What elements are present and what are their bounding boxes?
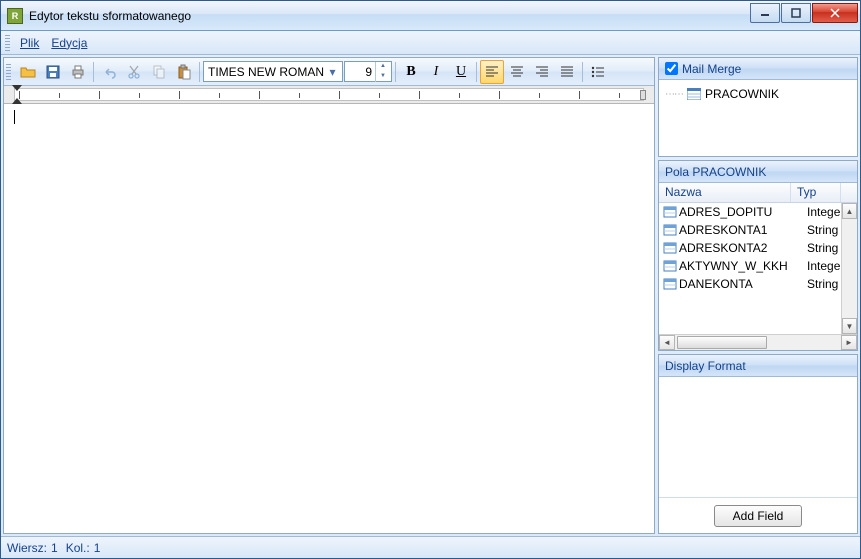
fields-vscrollbar[interactable]: ▲ ▼	[841, 203, 857, 334]
menu-edit[interactable]: Edycja	[45, 34, 93, 52]
table-icon	[687, 88, 701, 100]
font-size-input[interactable]	[345, 65, 375, 79]
cut-button[interactable]	[122, 60, 146, 84]
align-right-button[interactable]	[530, 60, 554, 84]
menubar: Plik Edycja	[1, 31, 860, 55]
chevron-down-icon[interactable]: ▾	[325, 65, 340, 79]
font-size-down[interactable]: ▼	[375, 72, 390, 82]
titlebar: R Edytor tekstu sformatowanego	[1, 1, 860, 31]
field-row[interactable]: DANEKONTAString	[659, 275, 857, 293]
mail-merge-header: Mail Merge	[659, 58, 857, 80]
field-row[interactable]: ADRESKONTA1String	[659, 221, 857, 239]
tree-node-label: PRACOWNIK	[705, 87, 779, 101]
scroll-down-icon[interactable]: ▼	[842, 318, 857, 334]
field-row[interactable]: AKTYWNY_W_KKHInteger	[659, 257, 857, 275]
field-row[interactable]: ADRES_DOPITUInteger	[659, 203, 857, 221]
italic-button[interactable]: I	[424, 60, 448, 84]
col-header-name[interactable]: Nazwa	[659, 183, 791, 202]
font-family-value: TIMES NEW ROMAN	[208, 65, 325, 79]
text-caret	[14, 110, 15, 124]
font-size-select[interactable]: ▲ ▼	[344, 61, 392, 82]
field-name: ADRESKONTA2	[679, 241, 807, 255]
copy-button[interactable]	[147, 60, 171, 84]
open-button[interactable]	[16, 60, 40, 84]
save-button[interactable]	[41, 60, 65, 84]
close-button[interactable]	[812, 3, 858, 23]
field-name: ADRESKONTA1	[679, 223, 807, 237]
minimize-button[interactable]	[750, 3, 780, 23]
undo-button[interactable]	[97, 60, 121, 84]
field-row[interactable]: ADRESKONTA2String	[659, 239, 857, 257]
scroll-right-icon[interactable]: ►	[841, 335, 857, 350]
window-title: Edytor tekstu sformatowanego	[29, 9, 749, 23]
status-row-value: 1	[51, 541, 58, 555]
status-row-label: Wiersz:	[7, 541, 47, 555]
status-col-value: 1	[94, 541, 101, 555]
tree-node-pracownik[interactable]: ⋯⋯ PRACOWNIK	[665, 86, 851, 102]
scroll-left-icon[interactable]: ◄	[659, 335, 675, 350]
right-indent-marker[interactable]	[640, 90, 646, 100]
bold-button[interactable]: B	[399, 60, 423, 84]
underline-button[interactable]: U	[449, 60, 473, 84]
editor-area[interactable]	[4, 104, 654, 533]
fields-hscrollbar[interactable]: ◄ ►	[659, 334, 857, 350]
status-col-label: Kol.:	[66, 541, 90, 555]
first-line-indent-marker[interactable]	[12, 85, 22, 91]
align-justify-button[interactable]	[555, 60, 579, 84]
mail-merge-label: Mail Merge	[682, 62, 741, 76]
col-header-scroll	[841, 183, 857, 202]
add-field-button[interactable]: Add Field	[714, 505, 803, 527]
field-icon	[663, 223, 677, 237]
display-format-title: Display Format	[659, 355, 857, 377]
mail-merge-checkbox[interactable]	[665, 62, 678, 75]
paste-button[interactable]	[172, 60, 196, 84]
app-icon: R	[7, 8, 23, 24]
bullet-list-button[interactable]	[586, 60, 610, 84]
print-button[interactable]	[66, 60, 90, 84]
menubar-grip	[5, 35, 10, 51]
fields-panel-title: Pola PRACOWNIK	[659, 161, 857, 183]
field-name: ADRES_DOPITU	[679, 205, 807, 219]
display-format-body	[659, 377, 857, 497]
align-center-button[interactable]	[505, 60, 529, 84]
mail-merge-tree: ⋯⋯ PRACOWNIK	[659, 80, 857, 156]
toolbar: TIMES NEW ROMAN ▾ ▲ ▼ B I U	[4, 58, 654, 86]
field-name: AKTYWNY_W_KKH	[679, 259, 807, 273]
field-icon	[663, 259, 677, 273]
field-icon	[663, 277, 677, 291]
field-icon	[663, 205, 677, 219]
col-header-type[interactable]: Typ	[791, 183, 841, 202]
align-left-button[interactable]	[480, 60, 504, 84]
scroll-up-icon[interactable]: ▲	[842, 203, 857, 219]
field-icon	[663, 241, 677, 255]
statusbar: Wiersz: 1 Kol.: 1	[1, 536, 860, 558]
field-name: DANEKONTA	[679, 277, 807, 291]
tree-connector: ⋯⋯	[665, 89, 683, 100]
hscroll-thumb[interactable]	[677, 336, 767, 349]
menu-file[interactable]: Plik	[14, 34, 45, 52]
font-family-select[interactable]: TIMES NEW ROMAN ▾	[203, 61, 343, 82]
fields-grid-header: Nazwa Typ	[659, 183, 857, 203]
ruler[interactable]	[4, 86, 654, 104]
maximize-button[interactable]	[781, 3, 811, 23]
font-size-up[interactable]: ▲	[375, 62, 390, 72]
toolbar-grip	[6, 64, 11, 80]
